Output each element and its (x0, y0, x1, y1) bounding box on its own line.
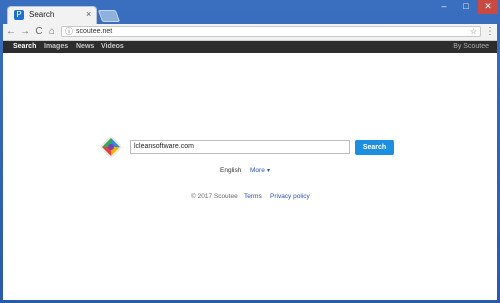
url-text[interactable]: scoutee.net (76, 27, 112, 37)
minimize-button[interactable]: – (434, 0, 454, 14)
search-button[interactable]: Search (355, 140, 394, 155)
privacy-policy-link[interactable]: Privacy policy (270, 193, 310, 200)
chevron-down-icon[interactable]: ▾ (267, 167, 270, 174)
page-content: Search Images News Videos By Scoutee lcl… (3, 41, 497, 300)
back-arrow-icon[interactable]: ← (5, 26, 17, 38)
nav-item-search[interactable]: Search (13, 42, 36, 52)
more-link[interactable]: More (250, 167, 265, 174)
title-bar: P Search × – □ ✕ (0, 0, 500, 24)
tab-title: Search (29, 10, 55, 19)
close-window-button[interactable]: ✕ (478, 0, 498, 14)
terms-link[interactable]: Terms (244, 193, 262, 200)
info-icon[interactable]: ⓘ (65, 27, 73, 37)
maximize-button[interactable]: □ (456, 0, 476, 14)
home-icon[interactable]: ⌂ (46, 26, 58, 38)
address-bar[interactable]: ⓘ scoutee.net ☆ (61, 26, 481, 37)
browser-toolbar: ← → C ⌂ ⓘ scoutee.net ☆ ⋮ (3, 24, 497, 41)
nav-item-videos[interactable]: Videos (101, 42, 124, 52)
copyright-text: © 2017 Scoutee (191, 193, 238, 200)
bookmark-star-icon[interactable]: ☆ (470, 27, 477, 37)
browser-window: P Search × – □ ✕ ← → C ⌂ ⓘ scoutee.net ☆… (0, 0, 500, 303)
browser-tab[interactable]: P Search × (7, 6, 97, 24)
search-favicon-icon: P (14, 10, 24, 20)
language-label: English (220, 167, 242, 174)
reload-icon[interactable]: C (33, 26, 45, 38)
new-tab-button[interactable] (97, 10, 121, 22)
browser-menu-icon[interactable]: ⋮ (485, 26, 495, 38)
site-nav-bar: Search Images News Videos By Scoutee (3, 41, 497, 53)
tab-close-icon[interactable]: × (86, 9, 91, 19)
scoutee-logo (100, 136, 122, 158)
forward-arrow-icon[interactable]: → (19, 26, 31, 38)
search-input[interactable]: lcleansoftware.com (130, 140, 350, 154)
nav-item-news[interactable]: News (76, 42, 94, 52)
nav-item-images[interactable]: Images (44, 42, 68, 52)
brand-label: By Scoutee (453, 43, 489, 50)
